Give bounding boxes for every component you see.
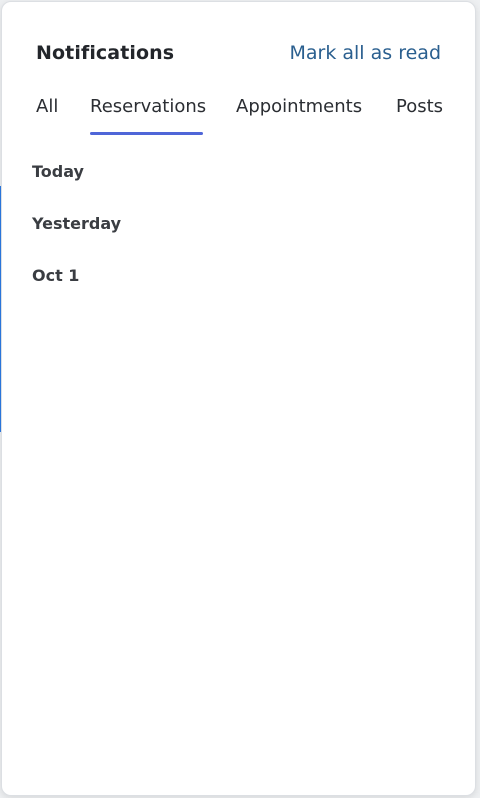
group-heading-yesterday: Yesterday bbox=[32, 214, 122, 233]
group-heading-today: Today bbox=[32, 162, 84, 181]
notification-groups: Today Yesterday Oct 1 bbox=[32, 162, 121, 318]
tab-reservations[interactable]: Reservations bbox=[90, 96, 206, 136]
tab-posts[interactable]: Posts bbox=[396, 96, 443, 136]
panel-title: Notifications bbox=[36, 42, 175, 64]
active-tab-indicator bbox=[90, 132, 203, 135]
notifications-panel: Notifications Mark all as read All Reser… bbox=[1, 1, 476, 796]
tab-appointments[interactable]: Appointments bbox=[236, 96, 362, 136]
mark-all-read-link[interactable]: Mark all as read bbox=[290, 42, 442, 64]
notification-tabs: All Reservations Appointments Posts bbox=[36, 96, 443, 138]
group-heading-oct-1: Oct 1 bbox=[32, 266, 80, 285]
notifications-header: Notifications Mark all as read bbox=[36, 42, 441, 70]
tab-all[interactable]: All bbox=[36, 96, 58, 136]
